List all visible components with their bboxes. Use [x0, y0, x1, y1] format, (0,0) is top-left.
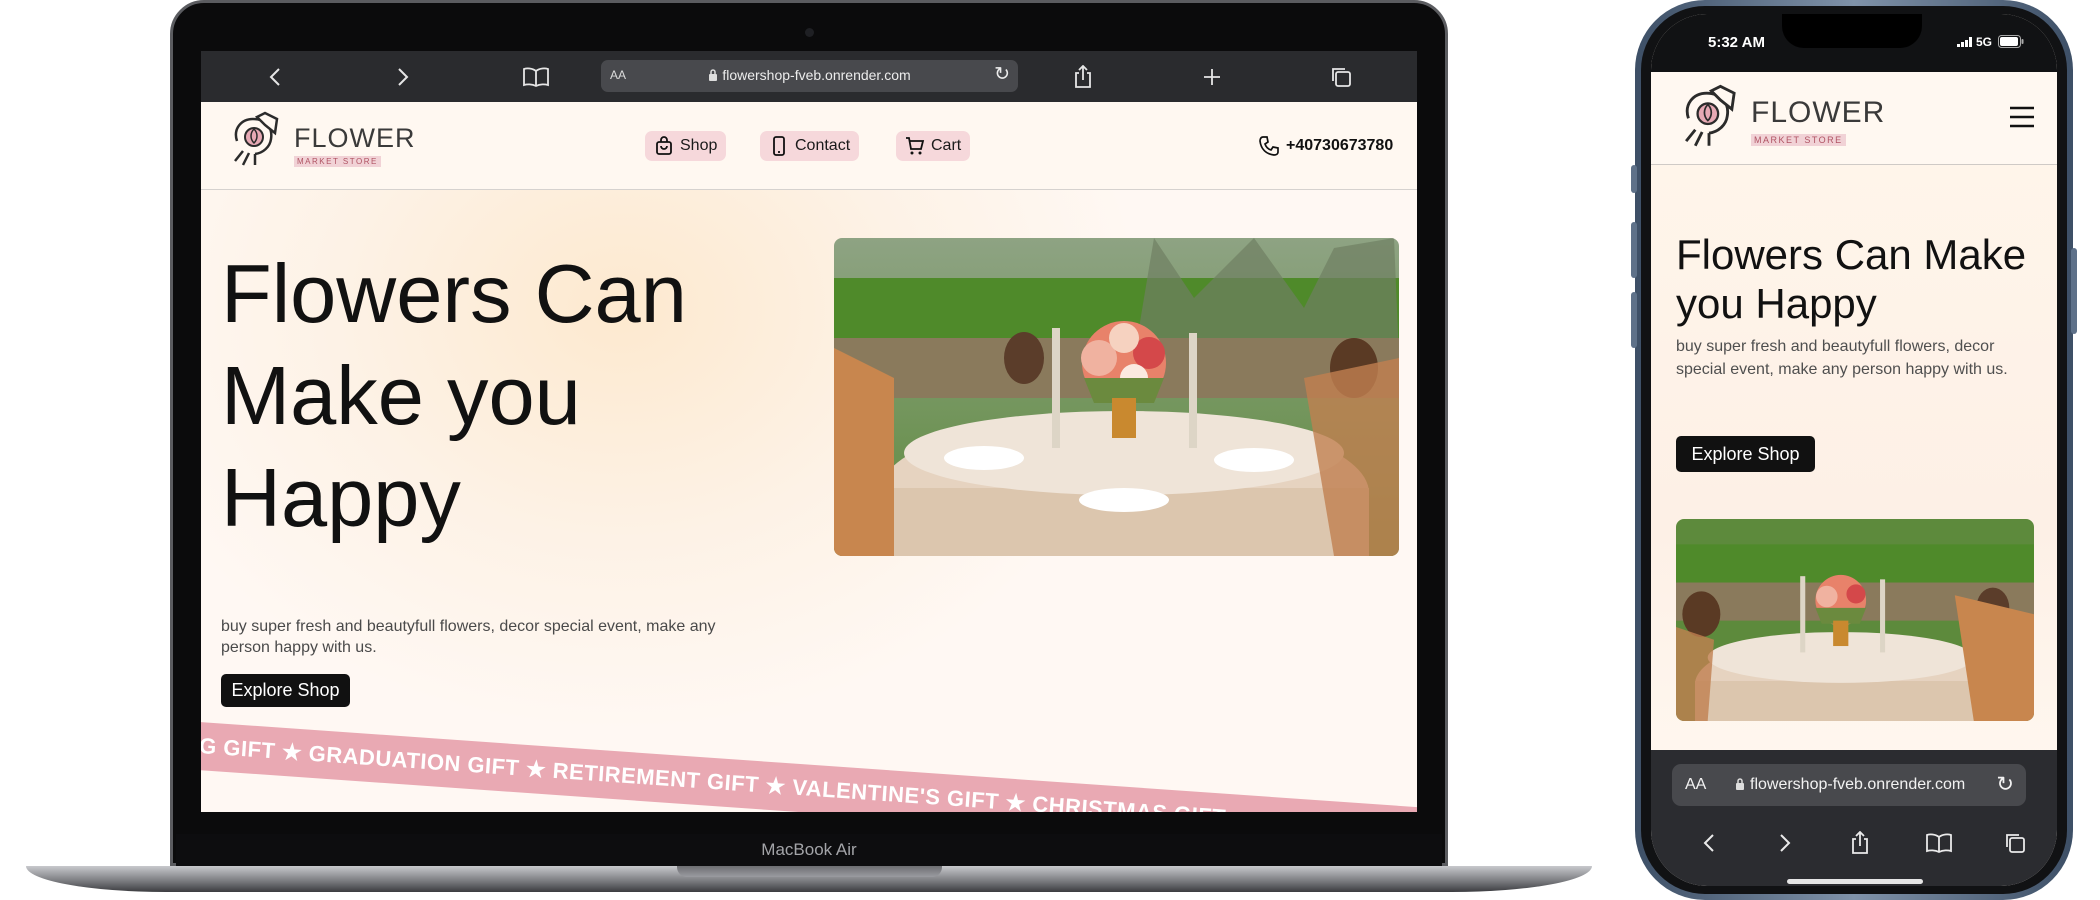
- mobile-hero-image: [1676, 519, 2034, 721]
- phone-status-bar: 5:32 AM 5G: [1651, 14, 2057, 72]
- nav-contact-label: Contact: [795, 137, 851, 154]
- laptop-notch: [677, 866, 942, 877]
- hero-title: Flowers Can Make you Happy: [221, 247, 687, 544]
- browser-toolbar: AA flowershop-fveb.onrender.com ↻: [201, 51, 1417, 102]
- book-icon[interactable]: [520, 61, 552, 93]
- hero-image: [834, 238, 1399, 556]
- laptop-screen: AA flowershop-fveb.onrender.com ↻ FLOWER…: [201, 51, 1417, 812]
- explore-shop-button[interactable]: Explore Shop: [221, 674, 350, 707]
- phone-device-icon: [773, 136, 785, 156]
- lock-icon: [709, 69, 718, 81]
- phone-side-button: [2071, 248, 2077, 334]
- mobile-address-bar[interactable]: AA flowershop-fveb.onrender.com ↻: [1672, 764, 2026, 806]
- mobile-text-size-button[interactable]: AA: [1685, 776, 1706, 794]
- share-icon[interactable]: [1067, 61, 1099, 93]
- reload-icon[interactable]: ↻: [994, 63, 1010, 86]
- hero-description: buy super fresh and beautyfull flowers, …: [221, 618, 716, 656]
- nav-shop-label: Shop: [680, 137, 718, 154]
- hero-section: Flowers Can Make you Happy buy super fre…: [201, 190, 1417, 812]
- bag-icon: [656, 136, 672, 155]
- mobile-url-label: flowershop-fveb.onrender.com: [1750, 776, 1966, 793]
- mobile-hero-title: Flowers Can Make you Happy: [1676, 231, 2027, 327]
- signal-icon: [1957, 37, 1972, 47]
- cart-icon: [906, 137, 925, 155]
- mobile-explore-shop-button[interactable]: Explore Shop: [1676, 436, 1815, 472]
- mobile-share-icon[interactable]: [1845, 828, 1875, 858]
- mobile-tabs-icon[interactable]: [2000, 828, 2030, 858]
- address-bar[interactable]: AA flowershop-fveb.onrender.com ↻: [601, 60, 1018, 92]
- logo-subtitle: MARKET STORE: [294, 156, 381, 167]
- mobile-logo-title: FLOWER: [1751, 96, 1886, 129]
- mobile-chevron-left-icon[interactable]: [1694, 828, 1724, 858]
- chevron-right-icon[interactable]: [387, 61, 419, 93]
- home-indicator: [1787, 879, 1923, 884]
- ribbon-text: G GIFT ★ GRADUATION GIFT ★ RETIREMENT GI…: [201, 733, 1227, 812]
- phone-volume-down-button: [1631, 292, 1637, 348]
- mobile-book-icon[interactable]: [1924, 828, 1954, 858]
- hamburger-menu-icon[interactable]: [2009, 106, 2035, 128]
- site-header: FLOWER MARKET STORE Shop Contact Cart +4…: [201, 102, 1417, 190]
- nav-contact[interactable]: Contact: [760, 131, 860, 161]
- phone-number-link[interactable]: +40730673780: [1259, 133, 1393, 159]
- tabs-icon[interactable]: [1325, 61, 1357, 93]
- mobile-hero-description: buy super fresh and beautyfull flowers, …: [1676, 338, 2008, 378]
- nav-cart[interactable]: Cart: [896, 131, 971, 161]
- nav-shop[interactable]: Shop: [645, 131, 727, 161]
- mobile-site-header: FLOWER MARKET STORE: [1651, 72, 2057, 165]
- phone-number-label: +40730673780: [1286, 137, 1394, 154]
- mobile-flower-logo-icon[interactable]: [1677, 84, 1741, 148]
- url-text: flowershop-fveb.onrender.com: [601, 67, 1018, 83]
- mobile-logo-subtitle: MARKET STORE: [1751, 134, 1846, 146]
- battery-icon: [1998, 35, 2024, 48]
- mobile-browser-bar: AA flowershop-fveb.onrender.com ↻: [1651, 750, 2057, 886]
- plus-icon[interactable]: [1196, 61, 1228, 93]
- mobile-reload-icon[interactable]: ↻: [1996, 772, 2014, 797]
- mobile-hero-section: Flowers Can Make you Happy buy super fre…: [1651, 165, 2057, 765]
- flower-logo-icon[interactable]: [227, 111, 283, 167]
- chevron-left-icon[interactable]: [259, 61, 291, 93]
- network-label: 5G: [1976, 35, 1993, 49]
- url-label: flowershop-fveb.onrender.com: [722, 67, 911, 83]
- occasion-ribbon: G GIFT ★ GRADUATION GIFT ★ RETIREMENT GI…: [201, 720, 1417, 812]
- mobile-chevron-right-icon[interactable]: [1770, 828, 1800, 858]
- nav-cart-label: Cart: [931, 137, 962, 154]
- status-time: 5:32 AM: [1708, 34, 1765, 51]
- mobile-lock-icon: [1736, 778, 1744, 790]
- phone-volume-up-button: [1631, 222, 1637, 278]
- mobile-url-text: flowershop-fveb.onrender.com: [1735, 776, 1965, 794]
- dynamic-island: [1782, 14, 1922, 48]
- logo-title: FLOWER: [294, 123, 416, 153]
- camera-dot: [805, 28, 814, 37]
- laptop-model-label: MacBook Air: [761, 840, 857, 859]
- phone-action-button: [1631, 165, 1637, 193]
- phone-screen: 5:32 AM 5G FLOWER MARKET STORE Flowers C…: [1651, 14, 2057, 886]
- phone-icon: [1259, 136, 1279, 156]
